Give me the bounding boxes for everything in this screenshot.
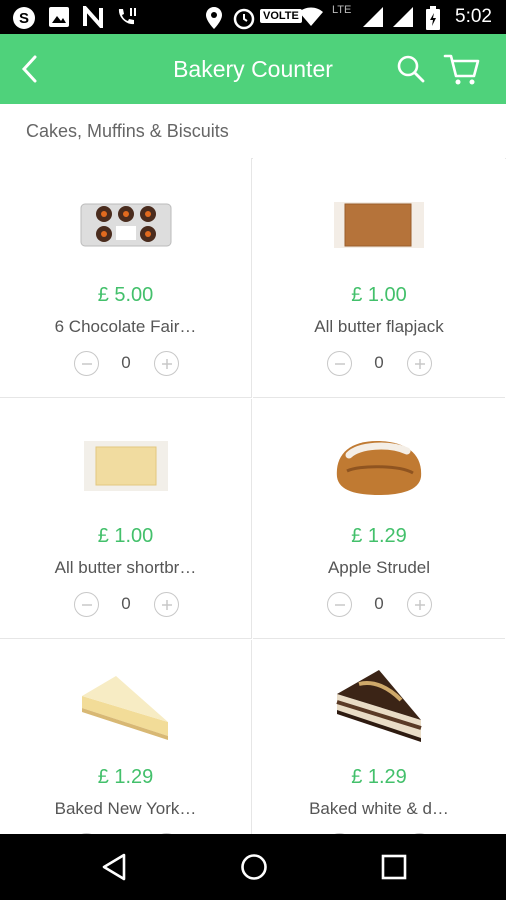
product-price: £ 5.00 xyxy=(97,284,154,306)
call-icon xyxy=(118,8,136,25)
product-price: £ 1.29 xyxy=(351,766,407,788)
product-name: All butter shortbr… xyxy=(54,558,197,577)
minus-icon xyxy=(82,604,92,606)
product-name: Baked white & d… xyxy=(309,799,449,818)
quantity-value: 0 xyxy=(121,594,131,613)
minus-icon xyxy=(335,363,345,365)
increase-button[interactable] xyxy=(407,592,432,617)
increase-button[interactable] xyxy=(154,592,179,617)
category-title: Cakes, Muffins & Biscuits xyxy=(26,121,229,141)
flapjack-image xyxy=(334,202,424,248)
minus-icon xyxy=(335,604,345,606)
quantity-stepper: 0 xyxy=(0,348,251,378)
chocolate-fairy-cakes-image xyxy=(80,203,172,247)
product-grid: £ 5.00 6 Chocolate Fair… 0 £ 1.00 All bu… xyxy=(0,158,506,834)
svg-text:S: S xyxy=(19,10,29,27)
product-card[interactable]: £ 1.00 All butter shortbr… 0 xyxy=(0,399,252,639)
apple-strudel-image xyxy=(336,441,422,495)
signal-icon xyxy=(363,7,383,27)
search-icon[interactable] xyxy=(396,54,426,84)
category-header: Cakes, Muffins & Biscuits xyxy=(0,104,506,159)
battery-icon xyxy=(426,6,440,30)
cart-icon[interactable] xyxy=(443,52,481,86)
product-card[interactable]: £ 1.29 Baked New York… 0 xyxy=(0,640,252,834)
product-name: 6 Chocolate Fair… xyxy=(54,317,197,336)
quantity-stepper: 0 xyxy=(253,348,505,378)
recents-nav-icon[interactable] xyxy=(381,854,407,880)
product-name: Apple Strudel xyxy=(327,558,431,577)
n-icon xyxy=(83,6,103,28)
decrease-button[interactable] xyxy=(327,592,352,617)
plus-icon xyxy=(162,359,172,369)
product-price: £ 1.00 xyxy=(97,525,154,547)
shortbread-image xyxy=(84,441,168,491)
app-bar: Bakery Counter xyxy=(0,34,506,104)
decrease-button[interactable] xyxy=(74,592,99,617)
product-price: £ 1.00 xyxy=(351,284,407,306)
decrease-button[interactable] xyxy=(327,351,352,376)
cheesecake-slice-image xyxy=(82,676,168,740)
plus-icon xyxy=(415,600,425,610)
product-name: Baked New York… xyxy=(54,799,197,818)
quantity-stepper: 0 xyxy=(0,589,251,619)
decrease-button[interactable] xyxy=(74,351,99,376)
product-price: £ 1.29 xyxy=(97,766,154,788)
navigation-bar xyxy=(0,834,506,900)
home-nav-icon[interactable] xyxy=(239,852,269,882)
product-card[interactable]: £ 5.00 6 Chocolate Fair… 0 xyxy=(0,158,252,398)
page-title: Bakery Counter xyxy=(173,56,333,82)
minus-icon xyxy=(82,363,92,365)
image-icon xyxy=(49,7,69,27)
plus-icon xyxy=(162,600,172,610)
product-card[interactable]: £ 1.29 Apple Strudel 0 xyxy=(253,399,505,639)
marble-cheesecake-slice-image xyxy=(336,670,422,742)
location-icon xyxy=(206,7,222,29)
clock-time: 5:02 xyxy=(455,6,492,27)
increase-button[interactable] xyxy=(407,351,432,376)
volte-icon: VOLTE xyxy=(260,9,302,23)
product-card[interactable]: £ 1.29 Baked white & d… 0 xyxy=(253,640,505,834)
product-card[interactable]: £ 1.00 All butter flapjack 0 xyxy=(253,158,505,398)
wifi-icon xyxy=(299,7,323,26)
quantity-value: 0 xyxy=(374,594,384,613)
alarm-icon xyxy=(233,8,255,30)
plus-icon xyxy=(415,359,425,369)
skype-icon: S xyxy=(13,7,35,29)
status-bar: S VOLTE LTE 5:02 xyxy=(0,0,506,34)
signal-icon xyxy=(393,7,413,27)
quantity-value: 0 xyxy=(121,353,131,372)
product-name: All butter flapjack xyxy=(314,317,444,336)
product-price: £ 1.29 xyxy=(351,525,407,547)
lte-label: LTE xyxy=(332,4,352,16)
quantity-stepper: 0 xyxy=(253,589,505,619)
back-nav-icon[interactable] xyxy=(100,852,128,882)
increase-button[interactable] xyxy=(154,351,179,376)
quantity-value: 0 xyxy=(374,353,384,372)
